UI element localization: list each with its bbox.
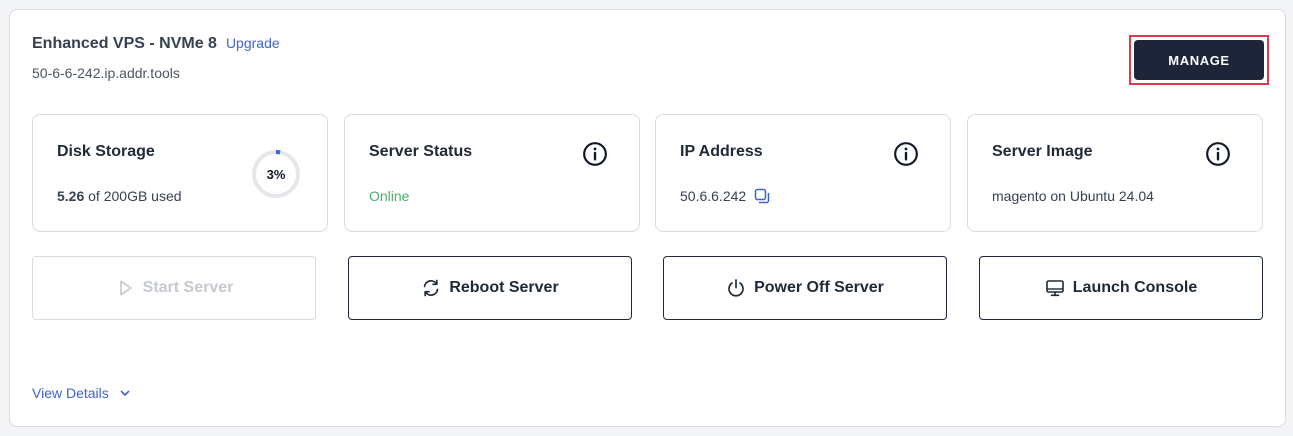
info-icon[interactable] [1205,141,1231,167]
upgrade-link[interactable]: Upgrade [226,35,280,51]
power-off-server-button[interactable]: Power Off Server [663,256,947,320]
play-icon [119,280,132,296]
power-off-server-label: Power Off Server [754,279,884,296]
server-card: Enhanced VPS - NVMe 8 Upgrade 50-6-6-242… [9,9,1286,427]
server-plan-title: Enhanced VPS - NVMe 8 [32,35,217,52]
ip-address-title: IP Address [680,143,763,160]
launch-console-button[interactable]: Launch Console [979,256,1263,320]
chevron-down-icon [120,390,130,396]
copy-icon[interactable] [754,188,770,204]
disk-used-suffix: of 200GB used [88,188,182,204]
launch-console-label: Launch Console [1072,279,1198,296]
start-server-button[interactable]: Start Server [32,256,316,320]
view-details-toggle[interactable]: View Details [32,385,131,401]
info-icon[interactable] [582,141,608,167]
disk-storage-card: Disk Storage 5.26 of 200GB used 3% [32,114,328,232]
manage-highlight: MANAGE [1129,35,1269,85]
server-image-card: Server Image magento on Ubuntu 24.04 [967,114,1263,232]
ip-address-row: 50.6.6.242 [680,188,770,204]
server-status-card: Server Status Online [344,114,640,232]
reboot-server-label: Reboot Server [449,279,559,296]
disk-usage: 5.26 of 200GB used [57,188,182,204]
ip-address-card: IP Address 50.6.6.242 [655,114,951,232]
title-row: Enhanced VPS - NVMe 8 Upgrade [32,35,280,53]
info-icon[interactable] [893,141,919,167]
disk-storage-title: Disk Storage [57,143,155,160]
server-image-title: Server Image [992,143,1093,160]
ip-address-value: 50.6.6.242 [680,188,747,204]
server-status-value: Online [369,188,410,204]
view-details-label: View Details [32,385,109,401]
server-image-value: magento on Ubuntu 24.04 [992,188,1154,204]
refresh-icon [423,279,439,297]
manage-button[interactable]: MANAGE [1134,40,1264,80]
disk-used-value: 5.26 [57,188,85,204]
reboot-server-button[interactable]: Reboot Server [348,256,632,320]
server-status-title: Server Status [369,143,473,160]
disk-percent-label: 3% [266,166,286,182]
server-hostname: 50-6-6-242.ip.addr.tools [32,65,180,81]
power-icon [728,279,744,297]
start-server-label: Start Server [142,279,234,296]
monitor-icon [1045,280,1064,297]
